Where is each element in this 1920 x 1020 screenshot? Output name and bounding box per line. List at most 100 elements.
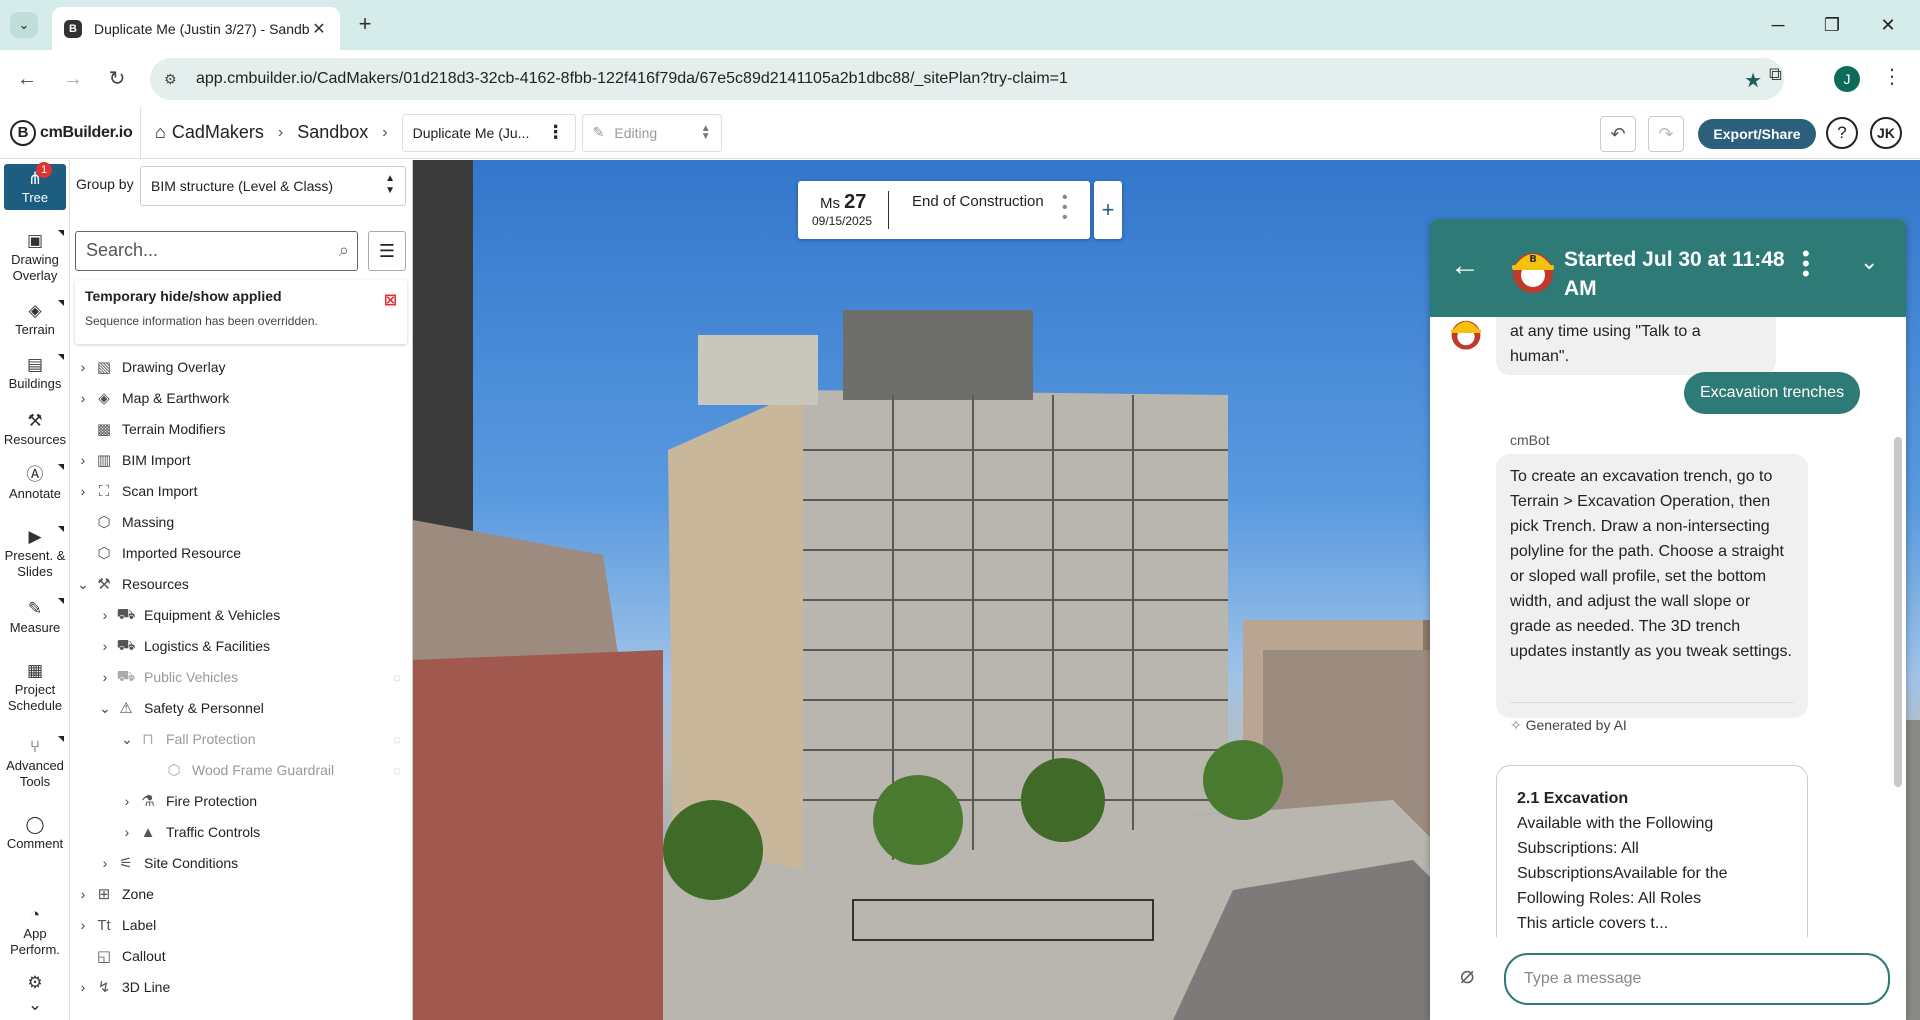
tree-item-3d-line[interactable]: › ↯ 3D Line bbox=[74, 972, 171, 1002]
chevron-right-icon[interactable]: › bbox=[96, 669, 114, 685]
app-logo[interactable]: B cmBuilder.io bbox=[10, 119, 140, 146]
mode-selector[interactable]: ✎ Editing ▲ ▼ bbox=[581, 113, 722, 152]
tree-item-scan-import[interactable]: › ⛶ Scan Import bbox=[74, 476, 198, 506]
tool-app-performance[interactable]: ◔ App Perform. bbox=[0, 904, 70, 958]
tab-search-button[interactable]: ⌄ bbox=[10, 12, 38, 38]
maximize-button[interactable]: ❐ bbox=[1814, 10, 1850, 40]
tree-item-fire-protection[interactable]: › ⚗ Fire Protection bbox=[118, 786, 257, 816]
user-menu-button[interactable]: JK bbox=[1870, 117, 1902, 149]
address-bar[interactable]: ⚙ app.cmbuilder.io/CadMakers/01d218d3-32… bbox=[150, 58, 1784, 100]
minimize-button[interactable]: ─ bbox=[1760, 10, 1796, 40]
tool-advanced-tools[interactable]: ⑂ Advanced Tools bbox=[0, 736, 70, 790]
home-icon[interactable]: ⌂ bbox=[155, 122, 166, 143]
more-vertical-icon[interactable]: • • • bbox=[1062, 190, 1068, 226]
tree-item-zone[interactable]: › ⊞ Zone bbox=[74, 879, 154, 909]
tool-comment[interactable]: ◯ Comment bbox=[0, 814, 70, 852]
tool-project-schedule[interactable]: ▦ Project Schedule bbox=[0, 660, 70, 714]
chat-scrollbar[interactable] bbox=[1894, 437, 1902, 787]
calendar-icon: ▦ bbox=[26, 661, 44, 680]
eye-hidden-icon[interactable]: ◌ bbox=[393, 763, 401, 778]
tool-drawing-overlay[interactable]: ▣ Drawing Overlay bbox=[0, 230, 70, 284]
breadcrumb-folder[interactable]: Sandbox bbox=[297, 122, 368, 143]
tree-item-traffic-controls[interactable]: › ▲ Traffic Controls bbox=[118, 817, 260, 847]
chevron-right-icon[interactable]: › bbox=[74, 483, 92, 499]
collapse-toolbar-button[interactable]: ⌄ bbox=[0, 994, 70, 1016]
tree-item-fall-protection[interactable]: ⌄ ⊓ Fall Protection ◌ bbox=[118, 724, 409, 754]
tree-item-wood-frame-guardrail[interactable]: ⬡ Wood Frame Guardrail ◌ bbox=[162, 755, 409, 785]
tool-present-slides[interactable]: ▶ Present. & Slides bbox=[0, 526, 70, 580]
more-vertical-icon[interactable]: • • • bbox=[1802, 243, 1810, 285]
search-icon[interactable]: ⌕ bbox=[339, 232, 349, 269]
group-by-select[interactable]: BIM structure (Level & Class) ▲ ▼ bbox=[140, 166, 406, 206]
profile-avatar[interactable]: J bbox=[1834, 66, 1860, 92]
tree-item-logistics-facilities[interactable]: › ⛟ Logistics & Facilities bbox=[96, 631, 270, 661]
search-input[interactable]: Search... ⌕ bbox=[75, 231, 358, 271]
more-vertical-icon[interactable]: ⋮ bbox=[547, 122, 565, 143]
chevron-right-icon[interactable]: › bbox=[74, 359, 92, 375]
paperclip-icon[interactable]: ⌀ bbox=[1460, 961, 1474, 990]
tool-buildings[interactable]: ▤ Buildings bbox=[0, 354, 70, 392]
new-tab-button[interactable]: + bbox=[352, 12, 378, 38]
help-button[interactable]: ? bbox=[1826, 117, 1858, 149]
chevron-right-icon[interactable]: › bbox=[118, 793, 136, 809]
reload-button[interactable]: ↻ bbox=[102, 64, 132, 94]
tree-item-map-earthwork[interactable]: › ◈ Map & Earthwork bbox=[74, 383, 230, 413]
project-selector[interactable]: Duplicate Me (Ju... ⋮ bbox=[401, 113, 576, 152]
tree-item-site-conditions[interactable]: › ⚟ Site Conditions bbox=[96, 848, 239, 878]
tool-terrain[interactable]: ◈ Terrain bbox=[0, 300, 70, 338]
chevron-right-icon[interactable]: › bbox=[118, 824, 136, 840]
eye-hidden-icon[interactable]: ◌ bbox=[393, 670, 401, 685]
tree-item-imported-resource[interactable]: ⬡ Imported Resource bbox=[74, 538, 241, 568]
tree-item-callout[interactable]: ◱ Callout bbox=[74, 941, 166, 971]
chevron-right-icon[interactable]: › bbox=[74, 979, 92, 995]
tool-measure[interactable]: ✎ Measure bbox=[0, 598, 70, 636]
chevron-right-icon[interactable]: › bbox=[74, 886, 92, 902]
site-info-icon[interactable]: ⚙ bbox=[164, 71, 186, 88]
back-button[interactable]: ← bbox=[12, 64, 42, 94]
submenu-indicator bbox=[58, 736, 64, 742]
chevron-right-icon[interactable]: › bbox=[96, 638, 114, 654]
tree-item-label[interactable]: › Tt Label bbox=[74, 910, 157, 940]
tree-item-equipment-vehicles[interactable]: › ⛟ Equipment & Vehicles bbox=[96, 600, 281, 630]
tree-item-resources[interactable]: ⌄ ⚒ Resources bbox=[74, 569, 189, 599]
tree-item-public-vehicles[interactable]: › ⛟ Public Vehicles ◌ bbox=[96, 662, 409, 692]
breadcrumb-org[interactable]: CadMakers bbox=[172, 122, 264, 143]
chevron-down-icon[interactable]: ⌄ bbox=[74, 576, 92, 593]
eye-hidden-icon[interactable]: ◌ bbox=[393, 732, 401, 747]
filter-list-button[interactable]: ☰ bbox=[368, 231, 406, 271]
chevron-right-icon[interactable]: › bbox=[96, 607, 114, 623]
chevron-right-icon[interactable]: › bbox=[74, 452, 92, 468]
bookmark-star-icon[interactable]: ★ bbox=[1744, 68, 1762, 93]
back-arrow-icon[interactable]: ← bbox=[1450, 249, 1480, 283]
close-tab-icon[interactable]: ✕ bbox=[310, 19, 328, 39]
chevron-right-icon[interactable]: › bbox=[74, 390, 92, 406]
undo-button[interactable]: ↶ bbox=[1600, 116, 1636, 152]
tool-tree[interactable]: ⋔ Tree 1 bbox=[4, 162, 66, 210]
extensions-icon[interactable]: ⧉ bbox=[1769, 64, 1782, 85]
chevron-down-icon[interactable]: ⌄ bbox=[1860, 249, 1878, 275]
add-milestone-button[interactable]: + bbox=[1094, 181, 1122, 239]
chevron-down-icon[interactable]: ⌄ bbox=[96, 700, 114, 717]
settings-icon[interactable]: ⚙ bbox=[0, 972, 70, 994]
chat-messages[interactable]: at any time using "Talk to a human". Exc… bbox=[1430, 317, 1906, 937]
tool-annotate[interactable]: Ⓐ Annotate bbox=[0, 464, 70, 502]
tree-item-safety-personnel[interactable]: ⌄ ⚠ Safety & Personnel bbox=[96, 693, 264, 723]
milestone-chip[interactable]: Ms 27 09/15/2025 End of Construction • • • bbox=[798, 181, 1090, 239]
forward-button[interactable]: → bbox=[58, 64, 88, 94]
message-input[interactable]: Type a message bbox=[1504, 953, 1890, 1005]
tree-item-bim-import[interactable]: › ▥ BIM Import bbox=[74, 445, 191, 475]
tree-item-drawing-overlay[interactable]: › ▧ Drawing Overlay bbox=[74, 352, 226, 382]
browser-menu-icon[interactable]: ⋮ bbox=[1882, 64, 1902, 89]
clear-override-icon[interactable]: ⊠ bbox=[384, 290, 397, 310]
tool-resources[interactable]: ⚒ Resources bbox=[0, 410, 70, 448]
tree-item-terrain-modifiers[interactable]: ▩ Terrain Modifiers bbox=[74, 414, 226, 444]
browser-tab[interactable]: B Duplicate Me (Justin 3/27) - Sandbox ✕ bbox=[52, 7, 340, 50]
redo-button[interactable]: ↷ bbox=[1648, 116, 1684, 152]
chevron-right-icon[interactable]: › bbox=[96, 855, 114, 871]
article-card[interactable]: 2.1 Excavation Available with the Follow… bbox=[1496, 765, 1808, 937]
chevron-right-icon[interactable]: › bbox=[74, 917, 92, 933]
tree-item-massing[interactable]: ⬡ Massing bbox=[74, 507, 174, 537]
chevron-down-icon[interactable]: ⌄ bbox=[118, 731, 136, 748]
export-share-button[interactable]: Export/Share bbox=[1698, 119, 1816, 149]
close-window-button[interactable]: ✕ bbox=[1870, 10, 1906, 40]
